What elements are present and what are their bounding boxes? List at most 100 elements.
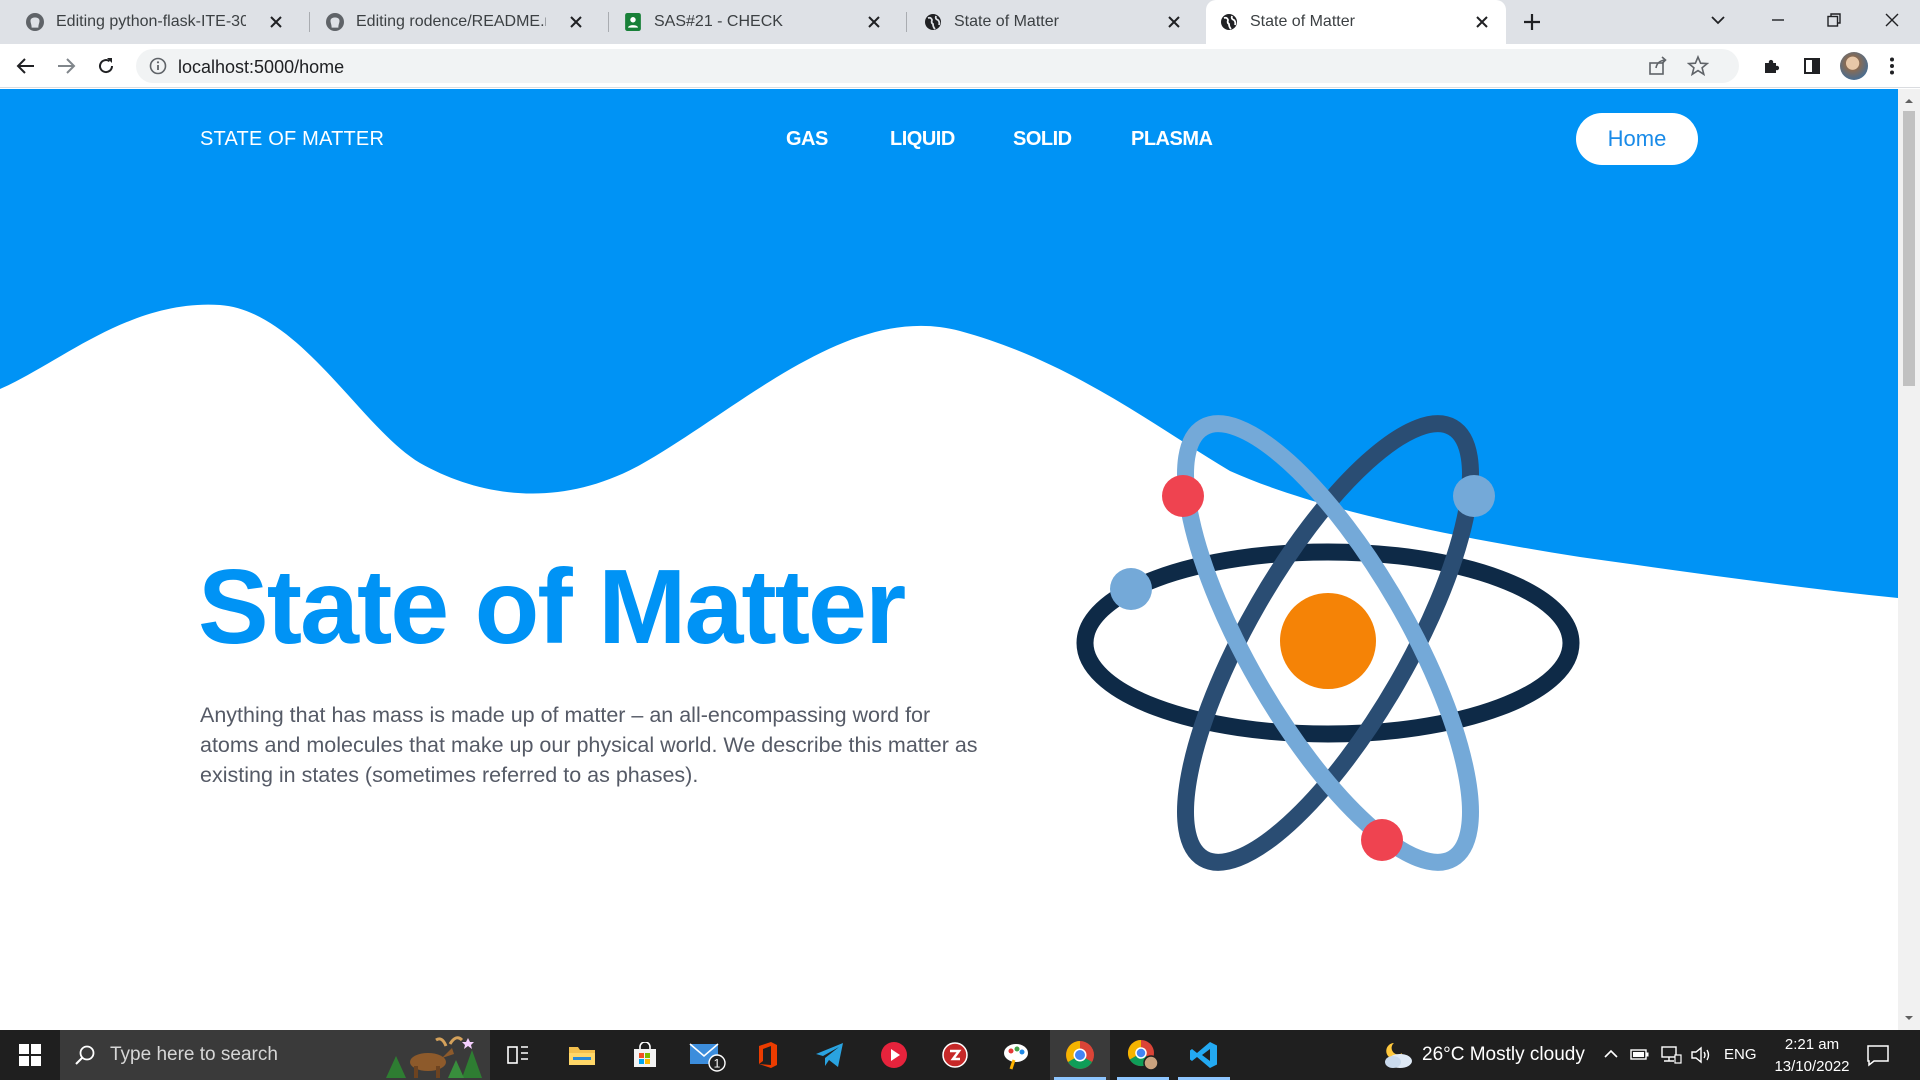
profile-avatar[interactable] xyxy=(1840,52,1868,80)
share-icon[interactable] xyxy=(1647,55,1669,77)
close-icon[interactable] xyxy=(1164,12,1184,32)
store-button[interactable] xyxy=(615,1030,675,1080)
tab-github-readme[interactable]: Editing rodence/README.md at m xyxy=(300,0,600,44)
telegram-button[interactable] xyxy=(800,1030,860,1080)
tab-sheets[interactable]: SAS#21 - CHECK xyxy=(598,0,898,44)
mail-icon: 1 xyxy=(689,1043,726,1072)
menu-button[interactable] xyxy=(1878,52,1906,80)
close-window-button[interactable] xyxy=(1864,0,1920,40)
close-icon[interactable] xyxy=(1472,12,1492,32)
close-icon[interactable] xyxy=(566,12,586,32)
office-button[interactable] xyxy=(738,1030,798,1080)
scroll-up-icon[interactable] xyxy=(1903,95,1915,107)
new-tab-button[interactable] xyxy=(1518,8,1546,36)
chrome-profile-button[interactable] xyxy=(1113,1030,1173,1080)
electron-blue xyxy=(1453,475,1495,517)
file-explorer-button[interactable] xyxy=(552,1030,612,1080)
atom-illustration xyxy=(1076,415,1580,871)
github-icon xyxy=(26,13,44,31)
tab-title: Editing rodence/README.md at m xyxy=(356,13,546,30)
vscode-icon xyxy=(1190,1042,1217,1068)
nav-link-solid[interactable]: SOLID xyxy=(1013,128,1072,151)
screen: Editing python-flask-ITE-306-SAS Editing… xyxy=(0,0,1920,1080)
info-icon[interactable] xyxy=(148,56,168,76)
minimize-button[interactable] xyxy=(1750,0,1806,40)
start-button[interactable] xyxy=(0,1030,60,1080)
restore-icon xyxy=(1827,13,1841,27)
chevron-up-icon[interactable] xyxy=(1602,1045,1620,1063)
clock[interactable]: 2:21 am 13/10/2022 xyxy=(1766,1034,1858,1078)
store-icon xyxy=(634,1042,656,1067)
media-player-button[interactable] xyxy=(864,1030,924,1080)
browser-toolbar: localhost:5000/home xyxy=(0,44,1920,88)
tab-title: SAS#21 - CHECK xyxy=(654,13,783,30)
github-icon xyxy=(326,13,344,31)
search-placeholder[interactable]: Type here to search xyxy=(110,1044,278,1066)
kebab-menu-icon xyxy=(1890,57,1894,75)
tab-state-of-matter-active[interactable]: State of Matter xyxy=(1206,0,1506,44)
tab-search-button[interactable] xyxy=(1690,0,1746,40)
task-view-button[interactable] xyxy=(488,1030,548,1080)
electron-blue xyxy=(1110,568,1152,610)
scrollbar-thumb[interactable] xyxy=(1903,111,1915,386)
weather-widget[interactable]: 26°C Mostly cloudy xyxy=(1380,1030,1585,1080)
battery-icon[interactable] xyxy=(1630,1045,1650,1063)
electron-red xyxy=(1162,475,1204,517)
side-panel-button[interactable] xyxy=(1798,52,1826,80)
taskbar-search[interactable]: Type here to search xyxy=(60,1030,490,1080)
nav-link-liquid[interactable]: LIQUID xyxy=(890,128,955,151)
electron-red xyxy=(1361,819,1403,861)
file-explorer-icon xyxy=(569,1047,595,1065)
globe-icon xyxy=(1220,13,1238,31)
close-icon[interactable] xyxy=(266,12,286,32)
volume-icon[interactable] xyxy=(1690,1045,1712,1065)
arrow-right-icon xyxy=(58,58,76,74)
tab-title: State of Matter xyxy=(954,13,1059,30)
mail-button[interactable]: 1 xyxy=(678,1030,738,1080)
paint-button[interactable] xyxy=(987,1030,1047,1080)
url-text[interactable]: localhost:5000/home xyxy=(178,57,344,78)
nav-link-plasma[interactable]: PLASMA xyxy=(1131,128,1213,151)
forward-button[interactable] xyxy=(52,52,80,80)
windows-icon xyxy=(19,1044,41,1066)
side-panel-icon xyxy=(1804,58,1820,74)
cloudy-moon-icon xyxy=(1385,1043,1412,1068)
plus-icon xyxy=(1524,14,1540,30)
close-icon[interactable] xyxy=(864,12,884,32)
notification-icon[interactable] xyxy=(1866,1043,1890,1067)
game-app-button[interactable] xyxy=(925,1030,985,1080)
telegram-icon xyxy=(816,1043,843,1067)
media-player-icon xyxy=(881,1042,907,1068)
reload-button[interactable] xyxy=(92,52,120,80)
home-button[interactable]: Home xyxy=(1576,113,1698,165)
tab-state-of-matter[interactable]: State of Matter xyxy=(898,0,1198,44)
star-icon[interactable] xyxy=(1687,55,1709,77)
scroll-down-icon[interactable] xyxy=(1903,1012,1915,1024)
site-brand[interactable]: STATE OF MATTER xyxy=(200,128,384,151)
chrome-profile-icon xyxy=(1127,1039,1159,1071)
language-indicator[interactable]: ENG xyxy=(1724,1046,1757,1063)
arrow-left-icon xyxy=(16,58,34,74)
extensions-button[interactable] xyxy=(1758,52,1786,80)
task-view-icon xyxy=(507,1046,528,1064)
tab-strip: Editing python-flask-ITE-306-SAS Editing… xyxy=(0,0,1920,44)
tab-github-flask[interactable]: Editing python-flask-ITE-306-SAS xyxy=(0,0,300,44)
vertical-scrollbar[interactable] xyxy=(1898,89,1920,1030)
nav-link-gas[interactable]: GAS xyxy=(786,128,828,151)
chrome-button[interactable] xyxy=(1050,1030,1110,1080)
sheets-icon xyxy=(624,13,642,31)
address-bar[interactable]: localhost:5000/home xyxy=(136,49,1739,83)
network-icon[interactable] xyxy=(1660,1045,1682,1065)
clock-date: 13/10/2022 xyxy=(1774,1058,1850,1075)
clock-time: 2:21 am xyxy=(1784,1036,1840,1053)
web-page: STATE OF MATTER GAS LIQUID SOLID PLASMA … xyxy=(0,89,1898,1030)
vscode-button[interactable] xyxy=(1174,1030,1234,1080)
back-button[interactable] xyxy=(12,52,40,80)
nucleus xyxy=(1280,593,1376,689)
windows-taskbar: Type here to search 1 26°C Mostly cloudy… xyxy=(0,1030,1920,1080)
search-icon xyxy=(75,1045,95,1065)
restore-button[interactable] xyxy=(1806,0,1862,40)
chevron-down-icon xyxy=(1711,16,1725,25)
hero-title: State of Matter xyxy=(198,548,906,666)
minimize-icon xyxy=(1772,19,1784,21)
